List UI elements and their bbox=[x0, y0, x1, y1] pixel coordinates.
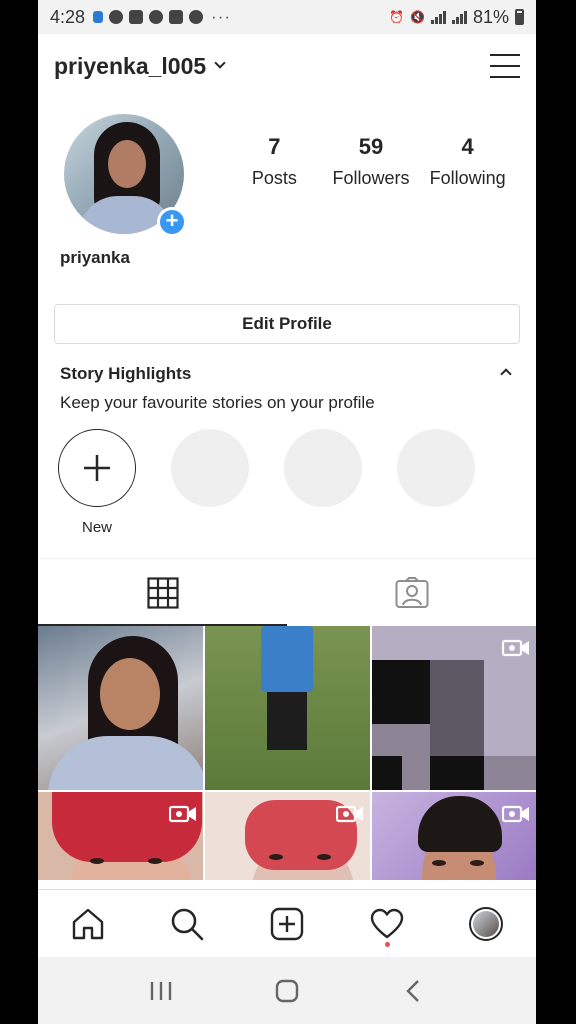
avatar[interactable]: + bbox=[64, 114, 187, 237]
bottom-navigation bbox=[38, 889, 536, 957]
highlight-placeholder bbox=[397, 429, 475, 536]
new-highlight-button[interactable]: New bbox=[58, 429, 136, 536]
nav-activity[interactable] bbox=[362, 899, 412, 949]
activity-notification-dot bbox=[384, 941, 390, 947]
system-navigation bbox=[38, 957, 536, 1024]
story-highlights: Story Highlights Keep your favourite sto… bbox=[38, 344, 536, 536]
stat-following[interactable]: 4 Following bbox=[419, 134, 516, 189]
post-thumbnail[interactable] bbox=[205, 626, 370, 790]
plus-icon bbox=[58, 429, 136, 507]
nav-search[interactable] bbox=[162, 899, 212, 949]
phone-screen: 4:28 ··· ⏰ 🔇 81% priyenka_l005 + 7 Posts… bbox=[38, 0, 536, 1024]
status-bar: 4:28 ··· ⏰ 🔇 81% bbox=[38, 0, 536, 34]
status-right: ⏰ 🔇 81% bbox=[389, 7, 524, 28]
username-switcher[interactable]: priyenka_l005 bbox=[54, 53, 206, 80]
battery-icon bbox=[515, 9, 524, 25]
recent-apps-button[interactable] bbox=[141, 971, 181, 1011]
camera-app-icon bbox=[189, 10, 204, 24]
post-thumbnail[interactable] bbox=[372, 626, 536, 790]
menu-icon[interactable] bbox=[490, 54, 520, 78]
tiktok-icon bbox=[129, 10, 144, 24]
home-icon bbox=[72, 908, 103, 939]
post-thumbnail[interactable] bbox=[372, 792, 536, 880]
video-icon bbox=[336, 805, 363, 823]
highlights-row: New bbox=[58, 429, 514, 536]
grid-icon bbox=[146, 576, 179, 609]
tagged-icon bbox=[395, 576, 428, 608]
post-thumbnail[interactable] bbox=[38, 626, 203, 790]
profile-header: priyenka_l005 bbox=[38, 34, 536, 98]
chat-icon bbox=[149, 10, 164, 24]
back-button[interactable] bbox=[393, 971, 433, 1011]
display-name: priyanka bbox=[60, 248, 130, 267]
highlight-placeholder bbox=[284, 429, 362, 536]
profile-section: + 7 Posts 59 Followers 4 Following priya… bbox=[38, 98, 536, 278]
nav-home[interactable] bbox=[63, 899, 113, 949]
signal-sim1-icon bbox=[430, 10, 446, 24]
video-icon bbox=[502, 805, 529, 823]
new-post-icon bbox=[270, 907, 304, 940]
stat-value: 59 bbox=[358, 134, 384, 159]
nav-profile[interactable] bbox=[461, 899, 511, 949]
search-icon bbox=[172, 908, 204, 940]
highlights-subtitle: Keep your favourite stories on your prof… bbox=[60, 393, 375, 412]
posts-grid bbox=[38, 626, 536, 880]
tab-grid[interactable] bbox=[38, 559, 287, 626]
stat-label: Following bbox=[429, 168, 506, 188]
profile-stats: 7 Posts 59 Followers 4 Following bbox=[226, 134, 516, 189]
new-highlight-label: New bbox=[81, 519, 112, 536]
chevron-down-icon[interactable] bbox=[214, 57, 226, 69]
home-system-button[interactable] bbox=[267, 971, 307, 1011]
video-icon bbox=[169, 805, 196, 823]
more-notifications-icon: ··· bbox=[211, 7, 232, 26]
back-icon bbox=[406, 979, 419, 1002]
home-system-icon bbox=[275, 979, 299, 1002]
post-thumbnail[interactable] bbox=[205, 792, 370, 880]
highlights-title: Story Highlights bbox=[60, 364, 192, 383]
profile-tabs bbox=[38, 558, 536, 626]
messenger-icon bbox=[109, 10, 124, 24]
stat-posts[interactable]: 7 Posts bbox=[226, 134, 323, 189]
tab-tagged[interactable] bbox=[287, 559, 536, 626]
highlight-placeholder bbox=[171, 429, 249, 536]
mute-icon: 🔇 bbox=[410, 10, 425, 24]
signal-sim2-icon bbox=[451, 10, 467, 24]
alarm-icon: ⏰ bbox=[389, 10, 405, 24]
battery-percent: 81% bbox=[472, 6, 509, 27]
status-time: 4:28 bbox=[50, 6, 86, 27]
post-thumbnail[interactable] bbox=[38, 792, 203, 880]
edit-profile-button[interactable]: Edit Profile bbox=[54, 304, 520, 344]
recent-apps-icon bbox=[150, 981, 172, 1000]
stat-value: 4 bbox=[461, 134, 474, 159]
facebook-icon bbox=[169, 10, 184, 24]
video-icon bbox=[502, 639, 529, 657]
notification-icons bbox=[93, 10, 204, 24]
stat-followers[interactable]: 59 Followers bbox=[323, 134, 420, 189]
nav-new-post[interactable] bbox=[262, 899, 312, 949]
stat-label: Followers bbox=[332, 168, 410, 188]
stat-value: 7 bbox=[268, 134, 281, 159]
heart-icon bbox=[370, 908, 403, 938]
profile-avatar bbox=[469, 906, 504, 941]
stat-label: Posts bbox=[251, 168, 297, 188]
add-story-icon[interactable]: + bbox=[157, 207, 187, 237]
notification-app-icon bbox=[93, 11, 104, 23]
